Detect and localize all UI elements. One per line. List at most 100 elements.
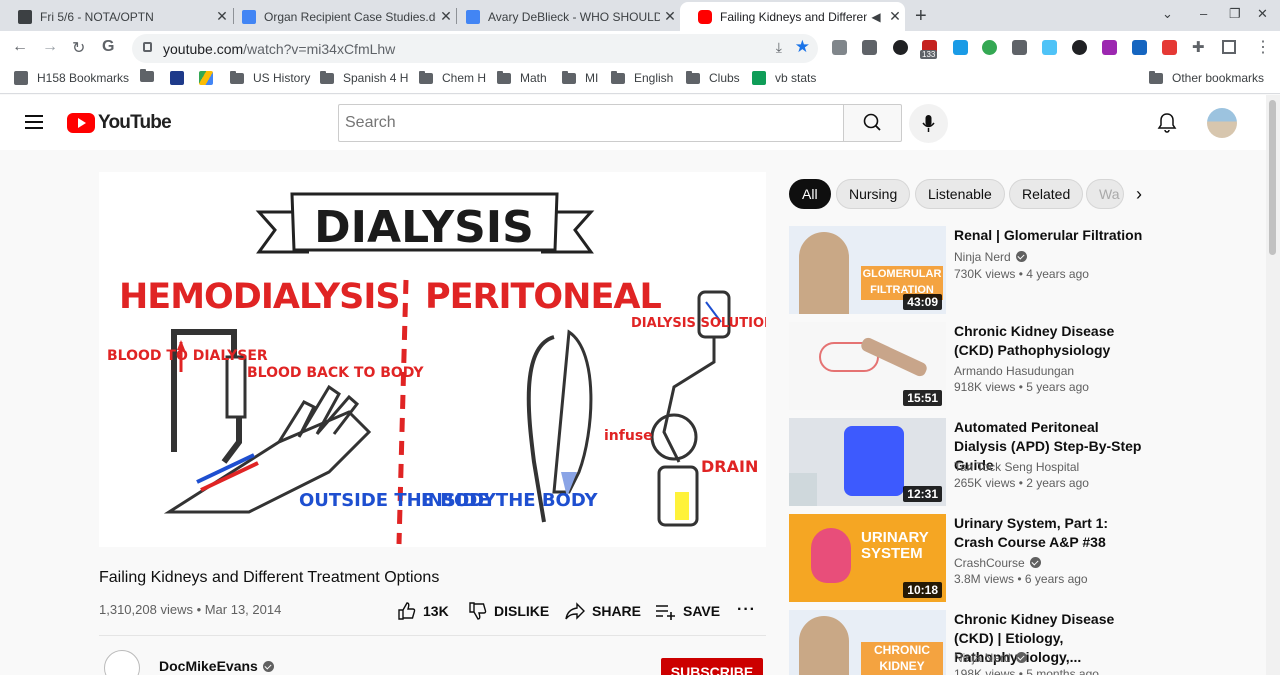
related-channel[interactable]: Armando Hasudungan	[954, 364, 1074, 378]
browser-tab-active[interactable]: Failing Kidneys and Differen ◀ ✕	[680, 2, 905, 31]
side-panel-icon[interactable]	[1222, 40, 1236, 54]
extension-icon[interactable]	[1102, 40, 1117, 55]
reload-icon[interactable]: ↻	[72, 38, 85, 58]
bookmark-p[interactable]	[170, 71, 193, 85]
like-button[interactable]: 13K	[397, 601, 449, 621]
bookmark-other[interactable]: Other bookmarks	[1149, 70, 1264, 85]
search-button[interactable]	[843, 104, 902, 142]
save-button[interactable]: SAVE	[655, 601, 720, 621]
forward-icon[interactable]: →	[42, 38, 58, 56]
bookmark-clubs[interactable]: Clubs	[686, 70, 740, 85]
new-tab-button[interactable]: +	[915, 5, 927, 28]
related-video[interactable]: URINARY SYSTEM 10:18 Urinary System, Par…	[789, 514, 1149, 602]
bookmark-drive[interactable]	[199, 71, 222, 85]
dislike-label: DISLIKE	[494, 603, 550, 619]
search-input[interactable]	[339, 105, 843, 141]
related-stats: 730K views • 4 years ago	[954, 267, 1089, 281]
related-channel[interactable]: Ninja Nerd	[954, 651, 1027, 665]
folder-icon	[419, 70, 433, 84]
bookmark-vb-stats[interactable]: vb stats	[752, 71, 816, 85]
bookmark-spanish[interactable]: Spanish 4 H	[320, 70, 408, 85]
chip-nursing[interactable]: Nursing	[836, 179, 911, 209]
related-channel[interactable]: CrashCourse	[954, 556, 1041, 570]
related-title[interactable]: Renal | Glomerular Filtration	[954, 226, 1149, 245]
related-title[interactable]: Urinary System, Part 1: Crash Course A&P…	[954, 514, 1149, 552]
bookmark-math[interactable]: Math	[497, 70, 547, 85]
notifications-bell-icon[interactable]	[1157, 112, 1177, 134]
close-icon[interactable]: ✕	[885, 8, 905, 25]
google-icon[interactable]: G	[102, 38, 114, 56]
related-channel-name: Ninja Nerd	[954, 651, 1011, 665]
bookmark-h158[interactable]: H158 Bookmarks	[14, 71, 129, 85]
video-thumbnail[interactable]: URINARY SYSTEM 10:18	[789, 514, 946, 602]
browser-tab-2[interactable]: Organ Recipient Case Studies.do ✕	[224, 2, 456, 31]
address-url[interactable]: youtube.com/watch?v=mi34xCfmLhw	[163, 41, 395, 57]
puzzle-icon[interactable]: ✚	[1192, 38, 1205, 56]
extension-icon[interactable]	[893, 40, 908, 55]
dislike-button[interactable]: DISLIKE	[468, 601, 549, 621]
related-title[interactable]: Chronic Kidney Disease (CKD) Pathophysio…	[954, 322, 1149, 360]
related-stats: 3.8M views • 6 years ago	[954, 572, 1088, 586]
extension-icon[interactable]	[832, 40, 847, 55]
scrollbar-thumb[interactable]	[1269, 100, 1276, 255]
video-player[interactable]: DIALYSIS HEMODIALYSIS PERITONEAL BLOOD T…	[99, 172, 766, 547]
install-icon[interactable]: ⤓	[776, 39, 782, 56]
bookmark-us-history[interactable]: US History	[230, 70, 310, 85]
peritoneal-title: PERITONEAL	[425, 277, 661, 317]
subscribe-button[interactable]: SUBSCRIBE	[661, 658, 763, 675]
video-thumbnail[interactable]: GLOMERULAR FILTRATION 43:09	[789, 226, 946, 314]
extension-icon[interactable]	[1132, 40, 1147, 55]
extension-icon[interactable]	[1072, 40, 1087, 55]
chip-truncated[interactable]: Wa	[1086, 179, 1124, 209]
close-icon[interactable]: ✕	[660, 8, 680, 25]
chip-listenable[interactable]: Listenable	[915, 179, 1005, 209]
menu-icon[interactable]	[25, 115, 43, 129]
bookmark-label: H158 Bookmarks	[37, 71, 130, 85]
related-video[interactable]: CHRONIC KIDNEY Chronic Kidney Disease (C…	[789, 610, 1149, 675]
page-scrollbar[interactable]	[1266, 95, 1280, 675]
bookmark-star-icon[interactable]: ★	[795, 37, 810, 57]
speaker-icon[interactable]: ◀	[867, 10, 885, 24]
related-channel[interactable]: Tan Tock Seng Hospital	[954, 460, 1079, 474]
account-avatar[interactable]	[1207, 108, 1237, 138]
voice-search-button[interactable]	[909, 104, 948, 143]
youtube-logo[interactable]: YouTube	[67, 112, 172, 134]
bookmark-mi[interactable]: MI	[562, 70, 598, 85]
extension-icon[interactable]	[953, 40, 968, 55]
browser-tab-1[interactable]: Fri 5/6 - NOTA/OPTN ✕	[0, 2, 232, 31]
save-label: SAVE	[683, 603, 721, 619]
bookmark-label: Math	[520, 71, 547, 85]
extension-icon[interactable]	[982, 40, 997, 55]
chip-all[interactable]: All	[789, 179, 831, 209]
channel-avatar[interactable]	[104, 650, 140, 675]
share-button[interactable]: SHARE	[564, 601, 641, 621]
bookmark-english[interactable]: English	[611, 70, 673, 85]
bookmark-chem[interactable]: Chem H	[419, 70, 486, 85]
more-actions-icon[interactable]: ···	[737, 601, 756, 619]
extension-icon[interactable]	[862, 40, 877, 55]
video-thumbnail[interactable]: 12:31	[789, 418, 946, 506]
related-video[interactable]: GLOMERULAR FILTRATION 43:09 Renal | Glom…	[789, 226, 1149, 314]
tab-search-icon[interactable]: ⌄	[1162, 6, 1173, 22]
channel-name[interactable]: DocMikeEvans	[159, 658, 274, 674]
minimize-icon[interactable]: –	[1200, 6, 1207, 21]
back-icon[interactable]: ←	[12, 38, 28, 56]
chip-related[interactable]: Related	[1009, 179, 1084, 209]
related-video[interactable]: 12:31 Automated Peritoneal Dialysis (APD…	[789, 418, 1149, 506]
browser-tab-3[interactable]: Avary DeBlieck - WHO SHOULD R ✕	[448, 2, 680, 31]
related-video[interactable]: 15:51 Chronic Kidney Disease (CKD) Patho…	[789, 322, 1149, 410]
extension-icon[interactable]	[1042, 40, 1057, 55]
video-thumbnail[interactable]: 15:51	[789, 322, 946, 410]
bookmark-folder[interactable]	[140, 69, 163, 82]
video-thumbnail[interactable]: CHRONIC KIDNEY	[789, 610, 946, 675]
restore-icon[interactable]: ❐	[1229, 6, 1241, 22]
presentation-icon	[18, 9, 32, 24]
kebab-menu-icon[interactable]: ⋮	[1255, 37, 1271, 57]
youtube-icon	[698, 9, 712, 24]
related-channel[interactable]: Ninja Nerd	[954, 250, 1027, 264]
address-bar[interactable]: youtube.com/watch?v=mi34xCfmLhw ⤓ ★	[132, 34, 818, 63]
close-window-icon[interactable]: ✕	[1257, 6, 1268, 22]
extension-icon[interactable]	[1012, 40, 1027, 55]
chevron-right-icon[interactable]: ›	[1136, 184, 1142, 205]
extension-icon[interactable]	[1162, 40, 1177, 55]
